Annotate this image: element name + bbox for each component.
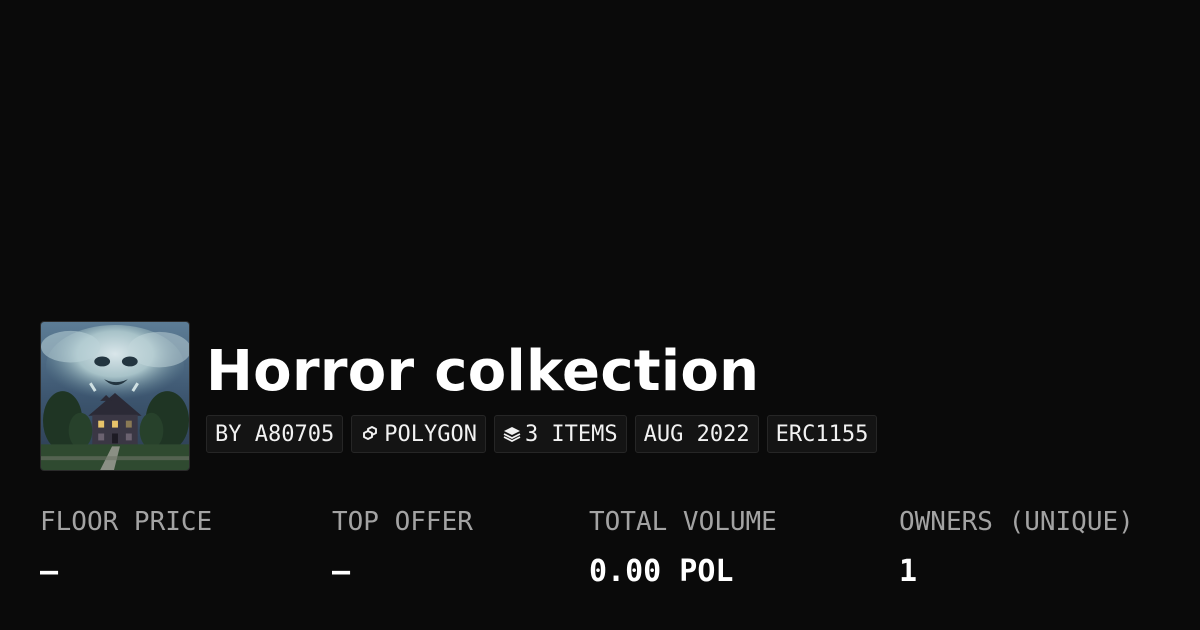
- top-offer-label: TOP OFFER: [332, 507, 473, 537]
- haunted-house-artwork: [41, 322, 189, 470]
- date-label: AUG 2022: [643, 421, 750, 447]
- date-tag: AUG 2022: [634, 415, 759, 453]
- collection-tags: BY A80705 POLYGON 3 ITEMS AUG 2022 ERC11…: [206, 415, 878, 453]
- chain-label: POLYGON: [384, 421, 477, 447]
- layers-icon: [503, 427, 521, 443]
- top-offer-value: —: [332, 554, 351, 589]
- owners-value: 1: [899, 554, 918, 589]
- total-volume-label: TOTAL VOLUME: [589, 507, 777, 537]
- creator-tag[interactable]: BY A80705: [206, 415, 344, 453]
- items-label: 3 ITEMS: [524, 421, 618, 447]
- standard-tag: ERC1155: [766, 415, 878, 453]
- collection-title: Horror colkection: [206, 339, 760, 404]
- owners-label: OWNERS (UNIQUE): [899, 507, 1134, 537]
- polygon-link-icon: [363, 426, 378, 440]
- chain-tag[interactable]: POLYGON: [351, 415, 486, 453]
- collection-image: [40, 321, 190, 471]
- standard-label: ERC1155: [775, 421, 869, 447]
- creator-label: BY A80705: [215, 421, 335, 447]
- floor-price-label: FLOOR PRICE: [40, 507, 213, 537]
- floor-price-value: —: [40, 554, 59, 589]
- items-tag[interactable]: 3 ITEMS: [493, 415, 627, 453]
- total-volume-value: 0.00 POL: [589, 554, 734, 589]
